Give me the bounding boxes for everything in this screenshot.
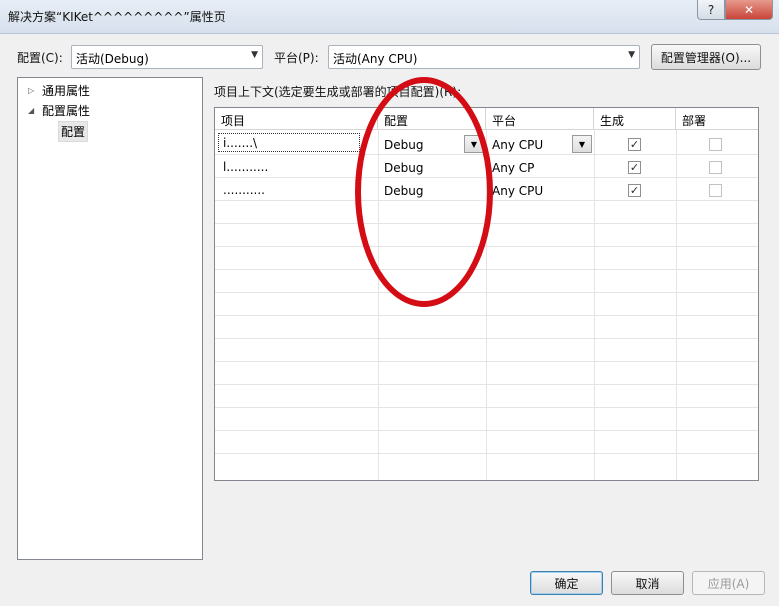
table-cell-project[interactable]: ...........	[217, 183, 265, 197]
grid-row-divider	[215, 223, 758, 224]
table-cell-platform[interactable]: Any CPU	[486, 138, 543, 152]
platform-cell-dropdown-button[interactable]: ▼	[572, 135, 592, 153]
help-icon: ?	[707, 2, 715, 17]
grid-column-divider	[378, 130, 379, 480]
config-cell-dropdown-button[interactable]: ▼	[464, 135, 484, 153]
deploy-checkbox[interactable]	[709, 138, 722, 151]
grid-row-divider	[215, 177, 758, 178]
table-cell-config[interactable]: Debug	[378, 161, 423, 175]
tree-item-config-properties[interactable]: ◢ 配置属性	[28, 102, 90, 119]
grid-row-divider	[215, 200, 758, 201]
help-button[interactable]: ?	[697, 0, 725, 20]
grid-row-divider	[215, 154, 758, 155]
tree-item-label: 配置属性	[42, 104, 91, 118]
column-header-project[interactable]: 项目	[215, 108, 378, 130]
property-tree: ▷ 通用属性 ◢ 配置属性 配置	[17, 77, 203, 560]
checkmark-icon: ✓	[629, 161, 640, 174]
column-header-platform[interactable]: 平台	[486, 108, 594, 130]
tree-item-configuration[interactable]: 配置	[58, 121, 89, 142]
deploy-checkbox[interactable]	[709, 184, 722, 197]
title-bar: 解决方案“KIKet^^^^^^^^^”属性页 ? ✕	[0, 0, 779, 34]
platform-label: 平台(P):	[274, 51, 319, 65]
chevron-down-icon: ▼	[628, 50, 635, 60]
grid-row-divider	[215, 407, 758, 408]
table-cell-platform[interactable]: Any CPU	[486, 184, 543, 198]
expand-arrow-icon[interactable]: ▷	[28, 86, 42, 95]
build-checkbox[interactable]: ✓	[628, 184, 641, 197]
build-checkbox[interactable]: ✓	[628, 138, 641, 151]
apply-button[interactable]: 应用(A)	[692, 571, 765, 595]
project-context-caption: 项目上下文(选定要生成或部署的项目配置)(R):	[214, 85, 462, 99]
platform-dropdown-value: 活动(Any CPU)	[333, 52, 418, 66]
config-label: 配置(C):	[17, 51, 63, 65]
close-button[interactable]: ✕	[725, 0, 773, 20]
window-title: 解决方案“KIKet^^^^^^^^^”属性页	[8, 10, 226, 24]
deploy-checkbox[interactable]	[709, 161, 722, 174]
column-header-build[interactable]: 生成	[594, 108, 676, 130]
table-cell-platform[interactable]: Any CP	[486, 161, 534, 175]
platform-dropdown[interactable]: 活动(Any CPU) ▼	[328, 45, 640, 69]
grid-row-divider	[215, 384, 758, 385]
grid-row-divider	[215, 430, 758, 431]
project-context-grid: 项目 配置 平台 生成 部署 i.......\ Debug ▼ Any CPU…	[214, 107, 759, 481]
grid-header: 项目 配置 平台 生成 部署	[215, 108, 758, 130]
grid-row-divider	[215, 269, 758, 270]
grid-row-divider	[215, 292, 758, 293]
table-cell-config[interactable]: Debug	[378, 138, 423, 152]
chevron-down-icon: ▼	[578, 139, 586, 149]
tree-item-common-properties[interactable]: ▷ 通用属性	[28, 82, 90, 99]
close-icon: ✕	[743, 2, 755, 17]
grid-column-divider	[594, 130, 595, 480]
config-dropdown-value: 活动(Debug)	[76, 52, 149, 66]
column-header-config[interactable]: 配置	[378, 108, 486, 130]
config-manager-button[interactable]: 配置管理器(O)...	[651, 44, 761, 70]
ok-button[interactable]: 确定	[530, 571, 603, 595]
cancel-button[interactable]: 取消	[611, 571, 684, 595]
column-header-deploy[interactable]: 部署	[676, 108, 758, 130]
table-cell-config[interactable]: Debug	[378, 184, 423, 198]
build-checkbox[interactable]: ✓	[628, 161, 641, 174]
collapse-arrow-icon[interactable]: ◢	[28, 106, 42, 115]
grid-row-divider	[215, 246, 758, 247]
grid-row-divider	[215, 338, 758, 339]
tree-item-label: 通用属性	[42, 84, 91, 98]
grid-column-divider	[486, 130, 487, 480]
table-cell-project[interactable]: i.......\	[217, 136, 257, 150]
table-cell-project[interactable]: l...........	[217, 160, 268, 174]
checkmark-icon: ✓	[629, 184, 640, 197]
config-dropdown[interactable]: 活动(Debug) ▼	[71, 45, 263, 69]
tree-item-label: 配置	[58, 121, 89, 142]
checkmark-icon: ✓	[629, 138, 640, 151]
chevron-down-icon: ▼	[251, 50, 258, 60]
chevron-down-icon: ▼	[470, 139, 478, 149]
grid-row-divider	[215, 361, 758, 362]
grid-row-divider	[215, 315, 758, 316]
grid-row-divider	[215, 453, 758, 454]
grid-column-divider	[676, 130, 677, 480]
